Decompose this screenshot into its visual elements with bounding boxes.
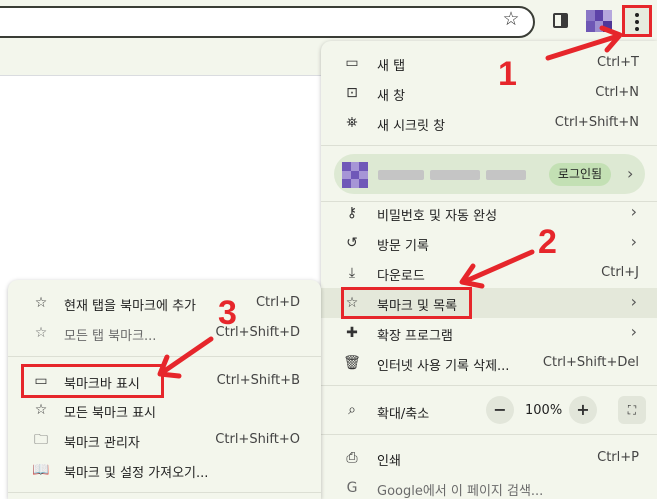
address-bar[interactable]	[0, 6, 535, 38]
step-number-2: 2	[538, 223, 557, 261]
chevron-right-icon: ›	[630, 202, 637, 221]
print-icon: ⎙	[346, 450, 358, 466]
profile-row[interactable]: 로그인됨 ›	[334, 154, 645, 194]
zoom-icon: ⌕	[348, 402, 356, 418]
submenu-item-all-bookmarks[interactable]: ☆ 모든 북마크 표시	[8, 395, 321, 425]
chevron-right-icon: ›	[630, 292, 637, 311]
blurred-profile-name	[430, 170, 480, 180]
book-icon: 📖	[32, 462, 50, 478]
new-window-icon: ⊡	[346, 85, 358, 101]
stars-icon: ☆	[34, 402, 48, 418]
star-icon: ☆	[34, 325, 48, 341]
highlight-box-bookmark-bar	[21, 364, 164, 398]
kebab-dot-icon	[635, 27, 639, 31]
menu-item-passwords[interactable]: ⚷ 비밀번호 및 자동 완성 ›	[321, 198, 657, 228]
menu-item-clear-history[interactable]: 🗑 인터넷 사용 기록 삭제... Ctrl+Shift+Del	[321, 348, 657, 378]
menu-divider	[321, 145, 657, 146]
download-icon: ⤓	[348, 265, 356, 281]
key-icon: ⚷	[346, 205, 358, 221]
incognito-icon: ⛯	[346, 115, 358, 131]
menu-item-extensions[interactable]: ✚ 확장 프로그램 ›	[321, 318, 657, 348]
menu-item-history[interactable]: ↺ 방문 기록 ›	[321, 228, 657, 258]
submenu-item-bookmark-all-tabs[interactable]: ☆ 모든 탭 북마크... Ctrl+Shift+D	[8, 318, 321, 348]
kebab-dot-icon	[635, 20, 639, 24]
profile-avatar	[342, 162, 368, 188]
highlight-box-bookmarks	[341, 287, 472, 319]
blurred-profile-name	[378, 170, 424, 180]
zoom-in-button[interactable]: +	[569, 396, 597, 424]
menu-divider	[8, 356, 321, 357]
menu-item-new-window[interactable]: ⊡ 새 창 Ctrl+N	[321, 78, 657, 108]
zoom-label: 확대/축소	[377, 407, 430, 422]
bookmark-star-icon[interactable]: ☆	[500, 8, 522, 30]
menu-divider	[321, 385, 657, 386]
chevron-right-icon: ›	[630, 232, 637, 251]
kebab-dot-icon	[635, 13, 639, 17]
menu-item-new-tab[interactable]: ▭ 새 탭 Ctrl+T	[321, 48, 657, 78]
chrome-menu-button[interactable]	[622, 5, 652, 37]
google-icon: G	[346, 480, 358, 496]
chrome-main-menu: ▭ 새 탭 Ctrl+T ⊡ 새 창 Ctrl+N ⛯ 새 시크릿 창 Ctrl…	[321, 41, 657, 499]
signed-in-badge: 로그인됨	[549, 163, 611, 186]
chevron-right-icon: ›	[627, 164, 634, 183]
new-tab-icon: ▭	[345, 55, 359, 71]
chevron-right-icon: ›	[630, 322, 637, 341]
menu-item-search-google[interactable]: G Google에서 이 페이지 검색...	[321, 473, 657, 499]
step-number-3: 3	[218, 294, 237, 332]
zoom-value: 100%	[525, 403, 563, 418]
menu-divider	[321, 434, 657, 435]
step-number-1: 1	[498, 55, 517, 93]
folder-icon: 🗀	[34, 432, 48, 448]
zoom-out-button[interactable]: −	[486, 396, 514, 424]
submenu-item-import[interactable]: 📖 북마크 및 설정 가져오기...	[8, 455, 321, 485]
menu-item-print[interactable]: ⎙ 인쇄 Ctrl+P	[321, 443, 657, 473]
star-icon: ☆	[34, 295, 48, 311]
trash-icon: 🗑	[343, 355, 361, 371]
menu-divider	[8, 492, 321, 493]
blurred-profile-name	[486, 170, 526, 180]
browser-toolbar: ☆	[0, 0, 657, 44]
submenu-item-bookmark-this-tab[interactable]: ☆ 현재 탭을 북마크에 추가 Ctrl+D	[8, 288, 321, 318]
fullscreen-button[interactable]: ⛶	[618, 396, 646, 424]
history-icon: ↺	[346, 235, 358, 251]
menu-item-incognito[interactable]: ⛯ 새 시크릿 창 Ctrl+Shift+N	[321, 108, 657, 138]
puzzle-icon: ✚	[346, 325, 358, 341]
profile-avatar[interactable]	[586, 10, 612, 32]
side-panel-icon[interactable]	[553, 13, 568, 28]
menu-item-downloads[interactable]: ⤓ 다운로드 Ctrl+J	[321, 258, 657, 288]
submenu-item-bookmark-manager[interactable]: 🗀 북마크 관리자 Ctrl+Shift+O	[8, 425, 321, 455]
